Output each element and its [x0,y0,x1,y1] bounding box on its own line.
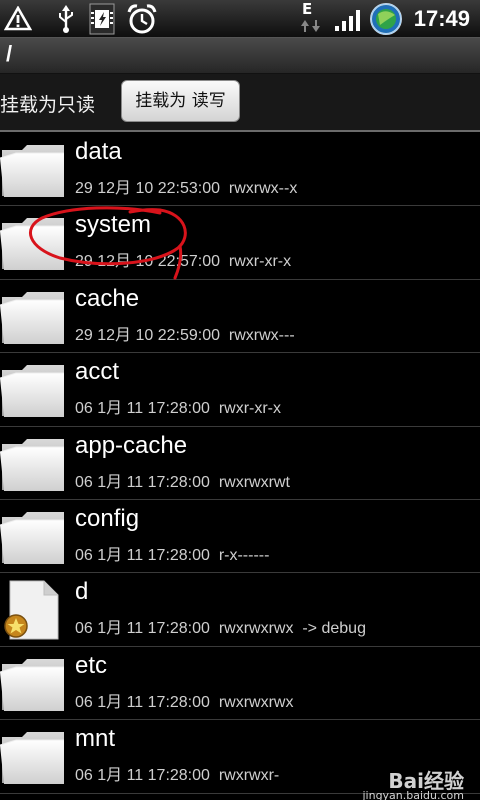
gps-icon [370,3,402,35]
file-row-d[interactable]: d 06 1月 11 17:28:00 rwxrwxrwx -> debug [0,573,480,647]
folder-icon [0,438,64,491]
file-row-system[interactable]: system 29 12月 10 22:57:00 rwxr-xr-x [0,206,480,280]
mount-read-write-button[interactable]: 挂载为 读写 [121,80,240,122]
file-row-app-cache[interactable]: app-cache 06 1月 11 17:28:00 rwxrwxrwt [0,427,480,500]
file-name: mnt [75,725,116,753]
current-path: / [6,41,13,66]
usb-icon [59,5,73,33]
folder-icon [0,658,64,711]
file-row-data[interactable]: data 29 12月 10 22:53:00 rwxrwx--x [0,133,480,207]
file-list: data 29 12月 10 22:53:00 rwxrwx--x system 29… [0,133,480,800]
data-activity-icon [301,20,320,32]
file-meta: 29 12月 10 22:57:00 rwxr-xr-x [75,253,292,271]
debug-icon [89,3,115,35]
clock-time: 17:49 [413,6,470,31]
watermark: Bai经验 jingyan.baidu.com [362,765,464,800]
file-meta: 06 1月 11 17:28:00 rwxrwxr- [75,767,280,785]
file-name: cache [75,284,140,312]
file-meta: 29 12月 10 22:59:00 rwxrwx--- [75,326,295,344]
file-meta: 06 1月 11 17:28:00 r-x------ [75,547,270,564]
file-name: acct [75,358,120,386]
file-row-acct[interactable]: acct 06 1月 11 17:28:00 rwxr-xr-x [0,353,480,427]
file-meta: 29 12月 10 22:53:00 rwxrwx--x [75,180,298,197]
file-row-cache[interactable]: cache 29 12月 10 22:59:00 rwxrwx--- [0,280,480,354]
file-meta: 06 1月 11 17:28:00 rwxrwxrwx -> debug [75,620,366,638]
file-name: config [75,505,140,532]
file-name: d [75,578,89,606]
file-meta: 06 1月 11 17:28:00 rwxrwxrwt [75,473,290,491]
folder-icon [0,218,64,271]
path-bar: / [0,38,480,74]
network-type-label: E [302,0,313,18]
mount-status-label: 挂载为只读 [0,94,96,116]
file-name: data [75,138,122,165]
watermark-url: jingyan.baidu.com [362,789,464,800]
file-name: app-cache [75,431,188,459]
folder-icon [0,732,64,785]
folder-icon [0,291,64,344]
file-meta: 06 1月 11 17:28:00 rwxrwxrwx [75,693,294,711]
file-name: etc [75,651,108,679]
folder-icon [0,145,64,197]
file-name: system [75,211,152,239]
symlink-file-icon [4,580,59,640]
file-meta: 06 1月 11 17:28:00 rwxr-xr-x [75,400,282,418]
warning-icon [4,6,32,31]
folder-icon [0,365,64,418]
status-bar: E 17:49 [0,0,480,38]
mount-bar: 挂载为只读 挂载为 读写 [0,74,480,132]
signal-icon [335,10,360,31]
file-row-config[interactable]: config 06 1月 11 17:28:00 r-x------ [0,500,480,574]
folder-icon [0,512,64,564]
alarm-icon [127,4,157,34]
file-row-etc[interactable]: etc 06 1月 11 17:28:00 rwxrwxrwx [0,647,480,721]
